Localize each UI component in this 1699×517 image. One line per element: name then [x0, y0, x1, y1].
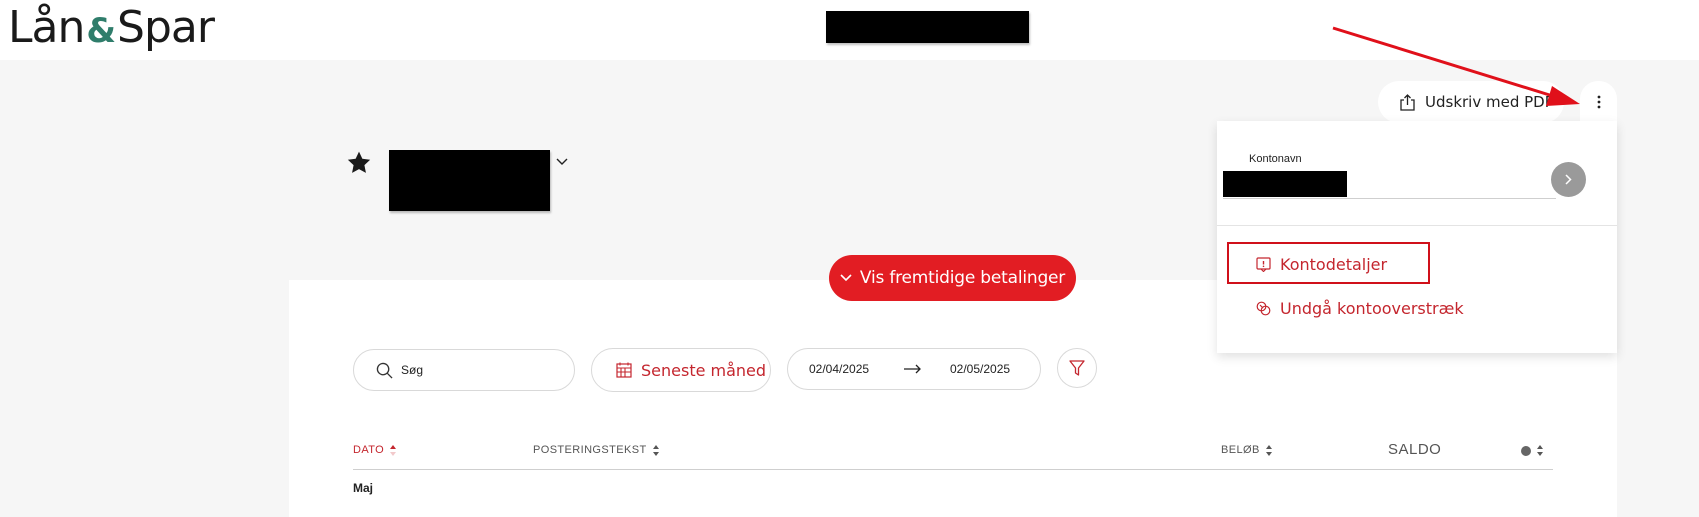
date-from[interactable]: 02/04/2025 — [809, 362, 869, 376]
column-label-balance: SALDO — [1388, 441, 1442, 458]
date-to[interactable]: 02/05/2025 — [950, 362, 1010, 376]
account-name-underline — [1223, 198, 1556, 199]
print-pdf-label: Udskriv med PDF — [1425, 93, 1554, 111]
filter-icon — [1069, 359, 1085, 376]
filter-button[interactable] — [1057, 348, 1097, 388]
account-chevron-down-icon[interactable] — [556, 156, 568, 166]
column-header-amount[interactable]: BELØB — [1221, 444, 1272, 456]
column-header-posting-text[interactable]: POSTERINGSTEKST — [533, 444, 659, 456]
arrow-right-icon — [904, 364, 921, 374]
period-label: Seneste måned — [641, 360, 767, 380]
date-range-field[interactable]: 02/04/2025 02/05/2025 — [787, 348, 1041, 390]
menu-divider — [1217, 225, 1617, 226]
redacted-account-name — [389, 150, 550, 211]
menu-item-avoid-overdraft-label: Undgå kontooverstræk — [1280, 299, 1464, 318]
logo-ampersand: & — [86, 11, 116, 51]
redacted-account-name-value[interactable] — [1223, 171, 1347, 197]
column-header-balance[interactable]: SALDO — [1388, 441, 1441, 458]
logo-text-left: Lån — [8, 2, 85, 53]
table-header-divider — [353, 469, 1553, 470]
search-input[interactable] — [401, 363, 551, 377]
column-label-date: DATO — [353, 444, 385, 456]
sort-asc-icon — [390, 444, 397, 456]
calendar-icon — [616, 362, 632, 378]
column-header-date[interactable]: DATO — [353, 444, 397, 456]
month-group-label: Maj — [353, 481, 374, 495]
more-options-button[interactable] — [1580, 81, 1617, 123]
sort-icon — [1265, 444, 1272, 456]
annotation-highlight-box — [1227, 242, 1430, 284]
brand-logo[interactable]: Lån&Spar — [8, 6, 215, 51]
search-field[interactable] — [353, 349, 575, 391]
sort-icon — [652, 444, 659, 456]
period-selector-button[interactable]: Seneste måned — [591, 348, 771, 392]
print-pdf-button[interactable]: Udskriv med PDF — [1378, 81, 1564, 123]
redacted-header-block — [826, 11, 1029, 43]
share-icon — [1400, 93, 1415, 111]
balance-sort-control[interactable] — [1521, 445, 1543, 456]
logo-text-right: Spar — [117, 2, 215, 53]
account-name-label: Kontonavn — [1249, 153, 1302, 165]
top-bar: Lån&Spar — [0, 0, 1699, 60]
show-future-payments-button[interactable]: Vis fremtidige betalinger — [829, 255, 1076, 301]
column-label-amount: BELØB — [1221, 444, 1260, 456]
more-vertical-icon — [1597, 95, 1600, 109]
chevron-down-icon — [840, 274, 852, 282]
future-payments-label: Vis fremtidige betalinger — [859, 268, 1066, 288]
search-icon — [376, 362, 393, 379]
chevron-right-icon — [1565, 174, 1572, 185]
column-label-posting-text: POSTERINGSTEKST — [533, 444, 647, 456]
favorite-star-icon[interactable] — [346, 150, 372, 176]
rename-submit-button[interactable] — [1551, 162, 1586, 197]
sort-icon — [1537, 445, 1543, 456]
status-dot-icon — [1521, 445, 1531, 456]
account-options-menu: Kontonavn Kontodetaljer Undgå kontoovers… — [1217, 121, 1617, 353]
overdraft-icon — [1256, 301, 1271, 316]
menu-item-avoid-overdraft[interactable]: Undgå kontooverstræk — [1256, 299, 1464, 318]
